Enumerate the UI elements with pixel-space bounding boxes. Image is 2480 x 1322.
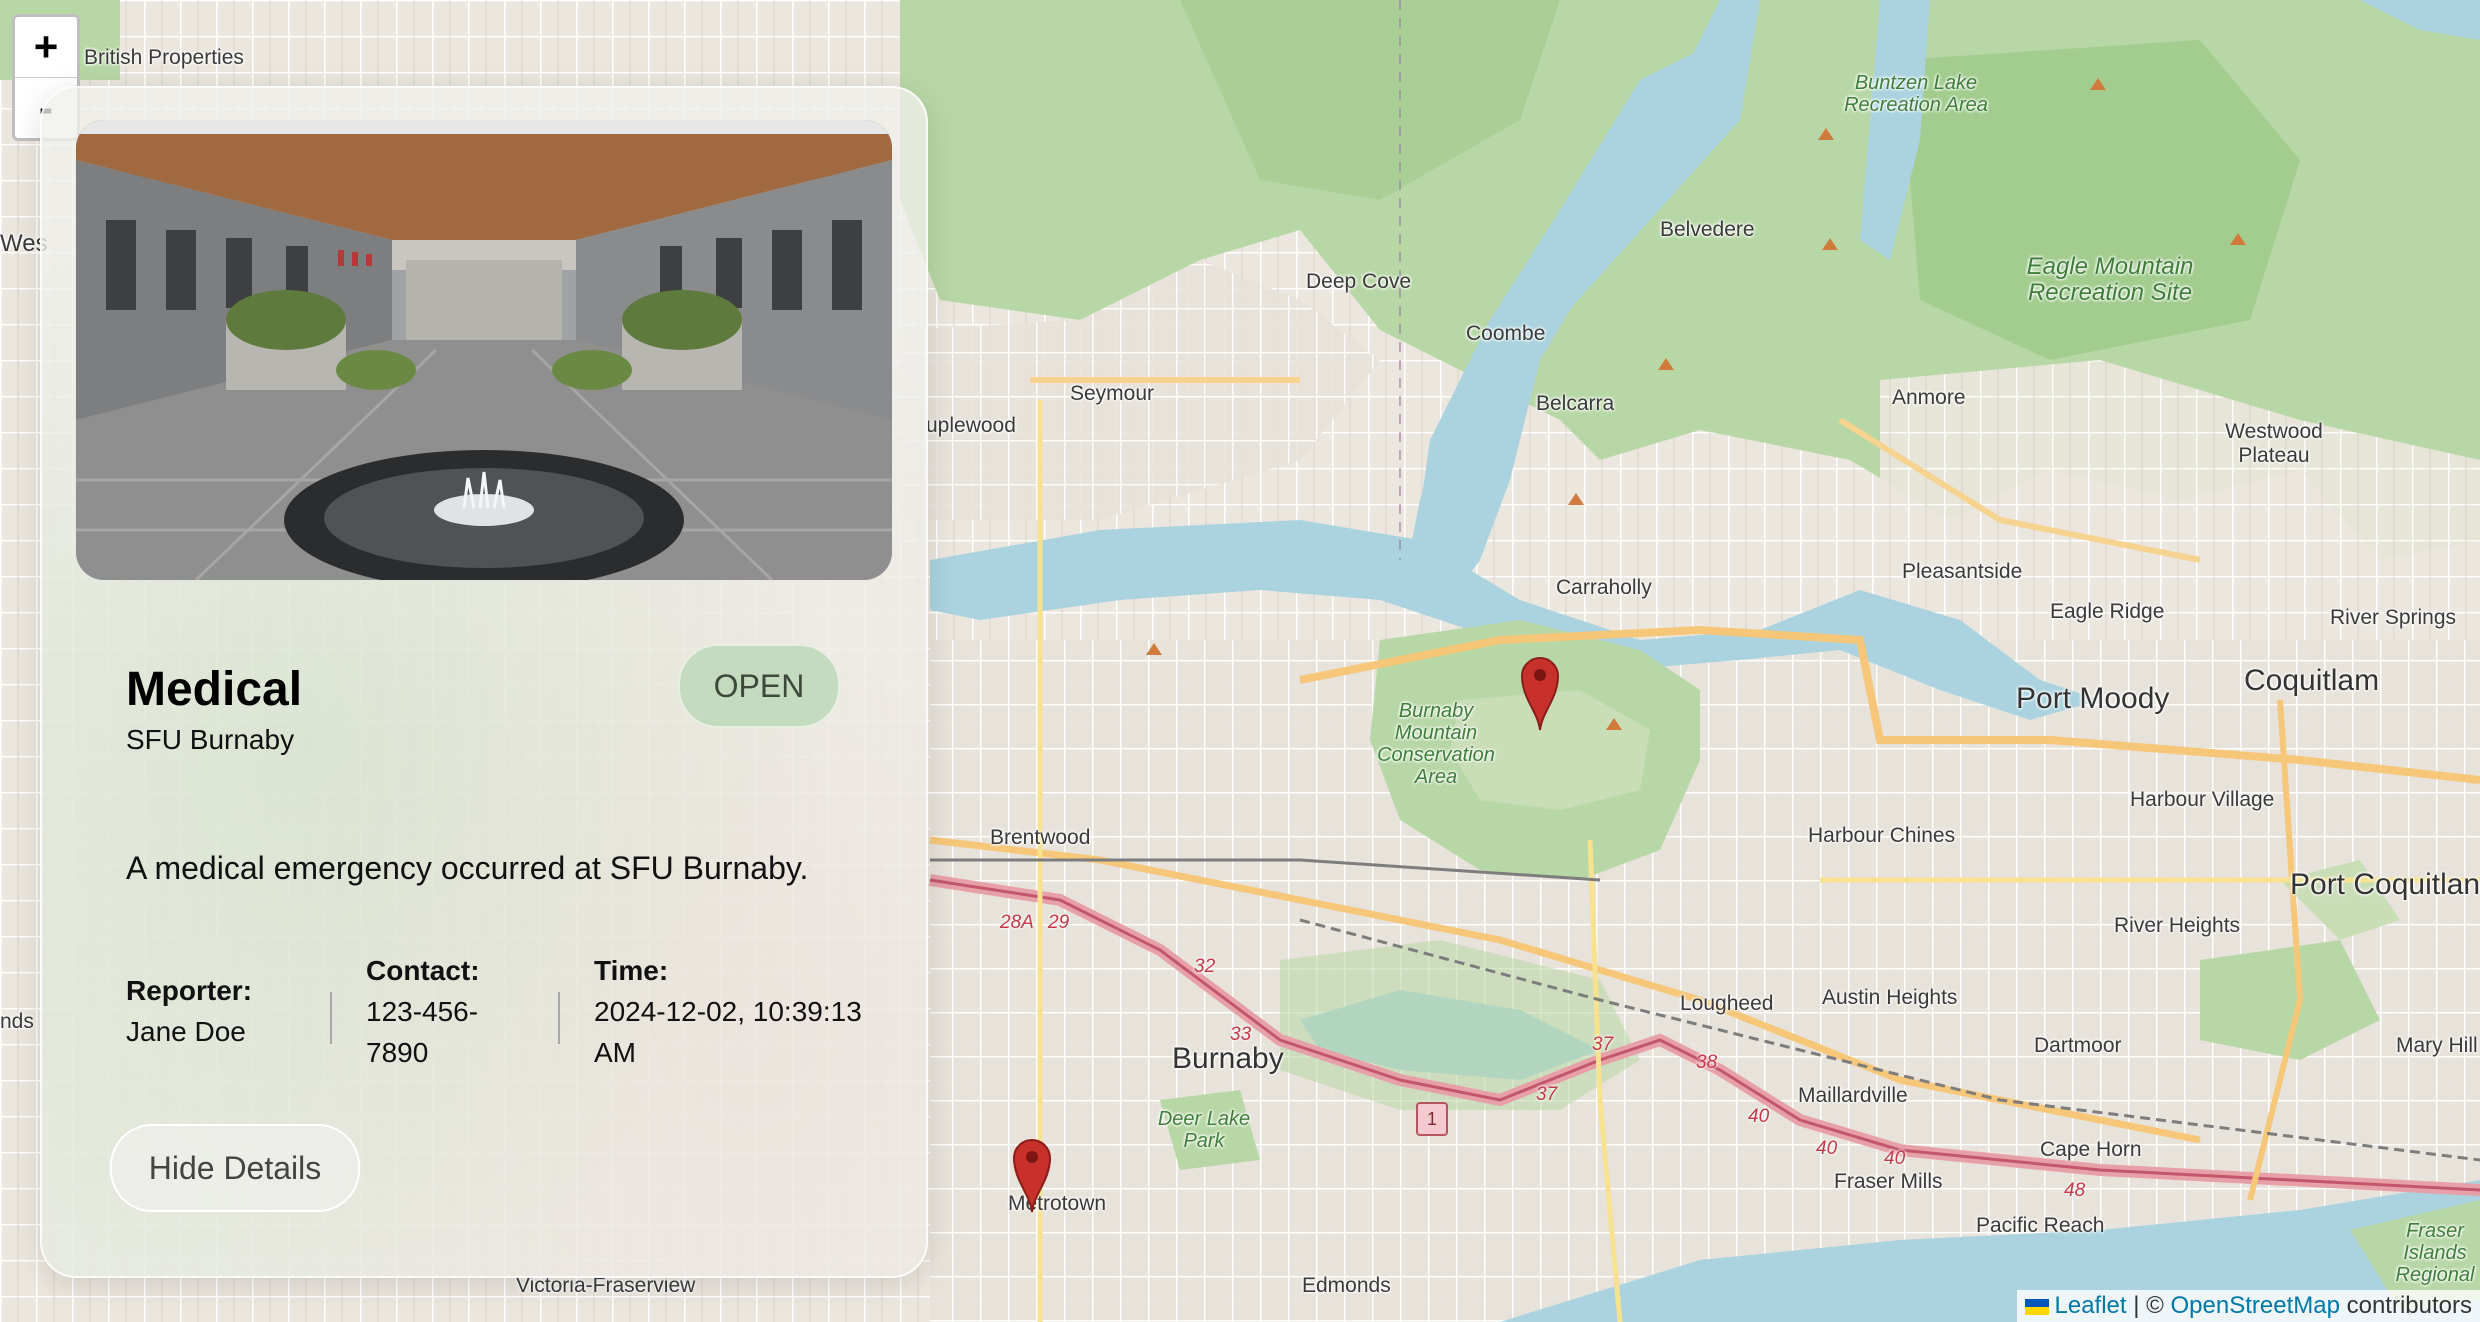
attribution-separator: | © — [2133, 1292, 2164, 1319]
ukraine-flag-icon — [2024, 1298, 2049, 1315]
incident-location: SFU Burnaby — [126, 724, 295, 755]
label-harbour-village: Harbour Village — [2130, 788, 2275, 811]
label-austin-heights: Austin Heights — [1822, 986, 1958, 1009]
label-buntzen-lake: Buntzen Lake Recreation Area — [1844, 72, 1988, 116]
route-shield: 38 — [1696, 1052, 1718, 1073]
route-shield: 40 — [1816, 1138, 1838, 1159]
time-value-line2: AM — [594, 1037, 636, 1068]
label-anmore: Anmore — [1892, 386, 1966, 409]
label-pleasantside: Pleasantside — [1902, 560, 2023, 583]
label-cape-horn: Cape Horn — [2040, 1138, 2142, 1161]
label-eagle-mountain: Eagle Mountain Recreation Site — [2026, 253, 2194, 307]
route-shield: 37 — [1536, 1084, 1558, 1105]
label-harbour-chines: Harbour Chines — [1808, 824, 1956, 847]
leaflet-link[interactable]: Leaflet — [2055, 1292, 2127, 1319]
route-shield: 40 — [1748, 1106, 1770, 1127]
zoom-in-button[interactable]: + — [15, 17, 77, 77]
label-port-coquitlam: Port Coquitlan — [2290, 868, 2480, 901]
route-shield: 33 — [1230, 1024, 1252, 1045]
label-westwood-plateau: Westwood Plateau — [2225, 420, 2323, 467]
map-marker-icon[interactable] — [1012, 1134, 1052, 1214]
meta-divider — [330, 992, 332, 1044]
label-seymour: Seymour — [1070, 382, 1155, 405]
incident-details-card: Medical SFU Burnaby OPEN A medical emerg… — [40, 86, 928, 1278]
reporter-value: Jane Doe — [126, 1016, 246, 1047]
route-shield: 28A — [1000, 912, 1034, 933]
contact-value-line2: 7890 — [366, 1037, 429, 1068]
label-belcarra: Belcarra — [1536, 392, 1615, 415]
route-shield: 32 — [1194, 956, 1216, 977]
label-coombe: Coombe — [1466, 322, 1546, 345]
route-shield: 37 — [1592, 1034, 1614, 1055]
highway-badge: 1 — [1416, 1102, 1448, 1136]
time-label: Time: — [594, 955, 669, 986]
meta-divider — [558, 992, 560, 1044]
reporter-field: Reporter: Jane Doe — [126, 970, 252, 1052]
label-lougheed: Lougheed — [1680, 992, 1774, 1015]
label-nds: nds — [0, 1010, 34, 1033]
openstreetmap-link[interactable]: OpenStreetMap — [2171, 1292, 2340, 1319]
location-photo — [76, 120, 892, 580]
status-badge[interactable]: OPEN — [678, 644, 840, 728]
label-pacific-reach: Pacific Reach — [1976, 1214, 2105, 1237]
label-fraser-mills: Fraser Mills — [1834, 1170, 1943, 1193]
map-marker-icon[interactable] — [1520, 652, 1560, 732]
label-fraser-islands: Fraser Islands Regional — [2395, 1220, 2475, 1286]
reporter-label: Reporter: — [126, 975, 253, 1006]
label-river-springs: River Springs — [2330, 606, 2457, 629]
label-brentwood: Brentwood — [990, 826, 1091, 849]
label-deep-cove: Deep Cove — [1306, 270, 1412, 293]
label-belvedere: Belvedere — [1660, 218, 1755, 241]
label-carraholly: Carraholly — [1556, 576, 1652, 599]
label-uplewood: uplewood — [926, 414, 1016, 437]
incident-meta: Reporter: Jane Doe Contact: 123-456- 789… — [126, 950, 886, 1080]
hide-details-button[interactable]: Hide Details — [110, 1124, 360, 1212]
label-burnaby: Burnaby — [1172, 1042, 1284, 1075]
attribution-contributors: contributors — [2346, 1292, 2472, 1319]
route-shield: 48 — [2064, 1180, 2086, 1201]
label-coquitlam: Coquitlam — [2244, 664, 2380, 697]
route-shield: 29 — [1048, 912, 1070, 933]
contact-label: Contact: — [366, 955, 480, 986]
contact-field: Contact: 123-456- 7890 — [366, 950, 480, 1073]
label-eagle-ridge: Eagle Ridge — [2050, 600, 2165, 623]
label-deer-lake-park: Deer Lake Park — [1157, 1108, 1251, 1152]
label-dartmoor: Dartmoor — [2034, 1034, 2122, 1057]
label-british-properties: British Properties — [84, 46, 244, 69]
incident-type-title: Medical — [126, 663, 303, 716]
label-maillardville: Maillardville — [1798, 1084, 1908, 1107]
label-river-heights: River Heights — [2114, 914, 2241, 937]
contact-value-line1: 123-456- — [366, 996, 479, 1027]
label-mary-hill: Mary Hill — [2396, 1034, 2478, 1057]
incident-description: A medical emergency occurred at SFU Burn… — [126, 850, 809, 886]
route-shield: 40 — [1884, 1148, 1906, 1169]
label-edmonds: Edmonds — [1302, 1274, 1391, 1297]
map-attribution: Leaflet | © OpenStreetMap contributors — [2016, 1290, 2480, 1322]
time-field: Time: 2024-12-02, 10:39:13 AM — [594, 950, 862, 1073]
time-value-line1: 2024-12-02, 10:39:13 — [594, 996, 862, 1027]
label-burnaby-mountain: Burnaby Mountain Conservation Area — [1377, 700, 1495, 788]
label-port-moody: Port Moody — [2016, 682, 2170, 715]
